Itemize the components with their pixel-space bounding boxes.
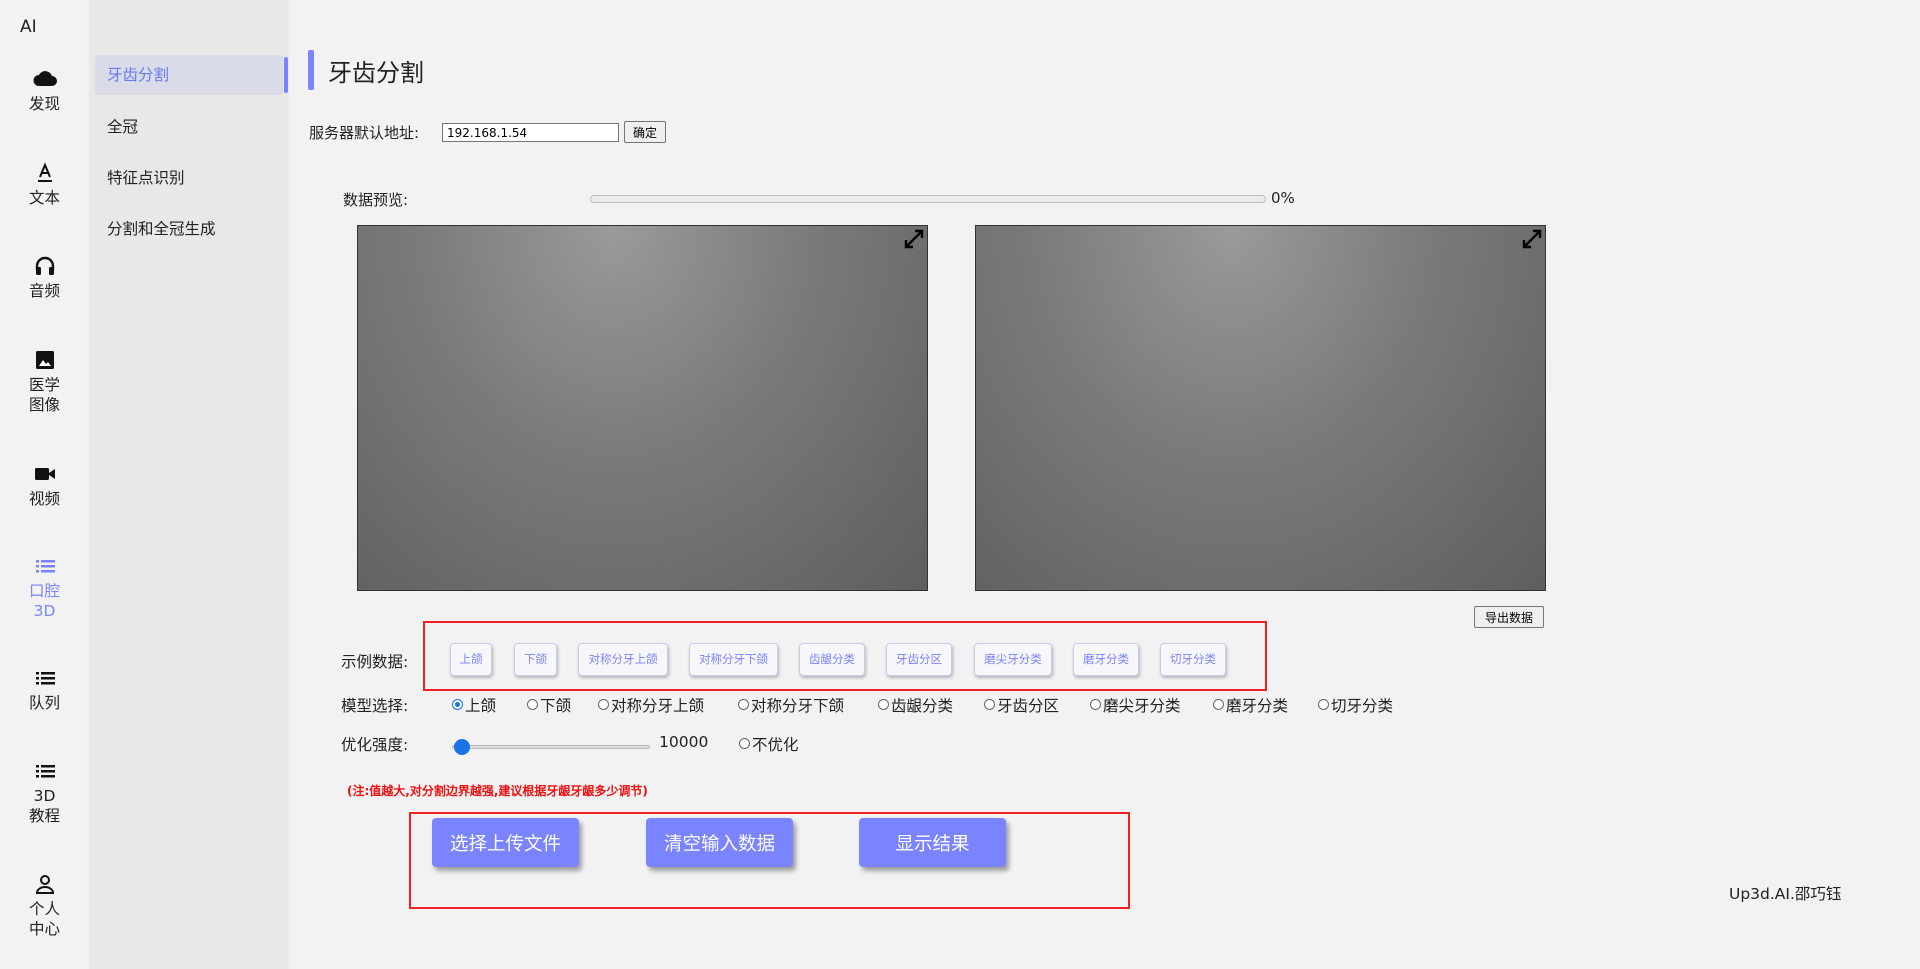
subnav-item-landmark[interactable]: 特征点识别 bbox=[95, 158, 283, 198]
model-radio[interactable]: 对称分牙上颌 bbox=[598, 694, 704, 716]
model-radio-label: 切牙分类 bbox=[1331, 697, 1394, 715]
example-chip[interactable]: 对称分牙上颌 bbox=[578, 643, 668, 676]
list-icon bbox=[32, 667, 58, 689]
example-chip[interactable]: 磨尖牙分类 bbox=[974, 643, 1052, 676]
rail-item-medical-image[interactable]: 医学 图像 bbox=[0, 349, 89, 415]
progress-percent: 0% bbox=[1271, 189, 1295, 207]
example-chip[interactable]: 牙齿分区 bbox=[886, 643, 952, 676]
app-title: AI bbox=[20, 17, 37, 37]
rail-label: 发现 bbox=[28, 95, 60, 113]
radio-dot bbox=[739, 738, 750, 749]
example-chip[interactable]: 齿龈分类 bbox=[799, 643, 865, 676]
model-radio[interactable]: 上颌 bbox=[452, 694, 496, 716]
show-result-button[interactable]: 显示结果 bbox=[859, 818, 1006, 867]
subnav-item-tooth-segmentation[interactable]: 牙齿分割 bbox=[95, 55, 288, 95]
optimize-label: 优化强度: bbox=[341, 736, 409, 754]
page-title: 牙齿分割 bbox=[328, 59, 424, 87]
model-radio-label: 牙齿分区 bbox=[997, 697, 1060, 715]
radio-dot bbox=[1090, 699, 1101, 710]
list-icon bbox=[32, 555, 58, 577]
model-radio[interactable]: 切牙分类 bbox=[1318, 694, 1393, 716]
progress-bar bbox=[590, 195, 1266, 203]
output-viewer[interactable] bbox=[975, 225, 1546, 591]
rail-label: 音频 bbox=[28, 282, 60, 300]
rail-item-oral-3d[interactable]: 口腔 3D bbox=[0, 555, 89, 621]
server-label: 服务器默认地址: bbox=[309, 124, 420, 142]
title-accent-bar bbox=[308, 50, 314, 90]
clear-input-button[interactable]: 清空输入数据 bbox=[646, 818, 793, 867]
radio-dot bbox=[598, 699, 609, 710]
model-radio-label: 磨牙分类 bbox=[1226, 697, 1289, 715]
rail-item-profile[interactable]: 个人 中心 bbox=[0, 873, 89, 939]
rail-label: 队列 bbox=[28, 694, 60, 712]
optimize-slider[interactable] bbox=[452, 745, 650, 749]
optimize-value: 10000 bbox=[659, 733, 709, 751]
model-radio[interactable]: 下颌 bbox=[527, 694, 571, 716]
video-icon bbox=[32, 463, 58, 485]
upload-file-button[interactable]: 选择上传文件 bbox=[432, 818, 579, 867]
list-icon bbox=[32, 760, 58, 782]
footer-credit: Up3d.AI.邵巧钰 bbox=[1729, 885, 1842, 903]
model-radio-label: 齿龈分类 bbox=[891, 697, 954, 715]
rail-item-text[interactable]: 文本 bbox=[0, 162, 89, 208]
model-radio[interactable]: 齿龈分类 bbox=[878, 694, 953, 716]
example-chip[interactable]: 对称分牙下颌 bbox=[689, 643, 778, 676]
export-data-button[interactable]: 导出数据 bbox=[1474, 606, 1544, 628]
rail-label: 个人 中心 bbox=[28, 900, 60, 938]
subnav-item-full-crown[interactable]: 全冠 bbox=[95, 107, 283, 147]
model-label: 模型选择: bbox=[341, 697, 409, 715]
radio-dot bbox=[452, 699, 463, 710]
rail-label: 视频 bbox=[28, 490, 60, 508]
model-radio-label: 磨尖牙分类 bbox=[1103, 697, 1181, 715]
model-radio[interactable]: 磨尖牙分类 bbox=[1090, 694, 1181, 716]
server-confirm-button[interactable]: 确定 bbox=[624, 121, 666, 143]
example-chip[interactable]: 切牙分类 bbox=[1160, 643, 1226, 676]
model-radio[interactable]: 磨牙分类 bbox=[1213, 694, 1288, 716]
input-viewer[interactable] bbox=[357, 225, 928, 591]
radio-dot bbox=[738, 699, 749, 710]
subnav: 牙齿分割 全冠 特征点识别 分割和全冠生成 bbox=[89, 0, 289, 969]
slider-thumb[interactable] bbox=[453, 739, 470, 755]
no-optimize-radio[interactable]: 不优化 bbox=[739, 733, 799, 755]
image-icon bbox=[32, 349, 58, 371]
model-radio-label: 上颌 bbox=[465, 697, 497, 715]
radio-dot bbox=[1213, 699, 1224, 710]
rail-label: 口腔 3D bbox=[28, 582, 60, 620]
radio-dot bbox=[878, 699, 889, 710]
fullscreen-icon[interactable] bbox=[1521, 228, 1543, 250]
subnav-item-seg-crown-gen[interactable]: 分割和全冠生成 bbox=[95, 209, 283, 249]
headphones-icon bbox=[32, 255, 58, 277]
no-optimize-label: 不优化 bbox=[752, 736, 799, 754]
server-address-input[interactable] bbox=[442, 123, 619, 142]
preview-label: 数据预览: bbox=[343, 191, 409, 209]
fullscreen-icon[interactable] bbox=[903, 228, 925, 250]
radio-dot bbox=[527, 699, 538, 710]
user-icon bbox=[32, 873, 58, 895]
hint-note: (注:值越大,对分割边界越强,建议根据牙龈牙龈多少调节) bbox=[347, 784, 648, 798]
model-radio[interactable]: 牙齿分区 bbox=[984, 694, 1059, 716]
cloud-icon bbox=[32, 68, 58, 90]
example-chip[interactable]: 磨牙分类 bbox=[1073, 643, 1139, 676]
example-chip[interactable]: 上颌 bbox=[450, 643, 492, 676]
model-radio-label: 对称分牙上颌 bbox=[611, 697, 705, 715]
model-radio[interactable]: 对称分牙下颌 bbox=[738, 694, 844, 716]
model-radio-label: 下颌 bbox=[540, 697, 572, 715]
rail-item-discover[interactable]: 发现 bbox=[0, 68, 89, 114]
radio-dot bbox=[984, 699, 995, 710]
radio-dot bbox=[1318, 699, 1329, 710]
rail-item-queue[interactable]: 队列 bbox=[0, 667, 89, 713]
text-icon bbox=[32, 162, 58, 184]
rail-item-3d-tutorial[interactable]: 3D 教程 bbox=[0, 760, 89, 826]
example-chip[interactable]: 下颌 bbox=[514, 643, 557, 676]
rail-label: 3D 教程 bbox=[28, 787, 60, 825]
rail-label: 医学 图像 bbox=[28, 376, 60, 414]
rail-item-audio[interactable]: 音频 bbox=[0, 255, 89, 301]
rail-item-video[interactable]: 视频 bbox=[0, 463, 89, 509]
examples-label: 示例数据: bbox=[341, 653, 409, 671]
model-radio-label: 对称分牙下颌 bbox=[751, 697, 845, 715]
rail-label: 文本 bbox=[28, 189, 60, 207]
